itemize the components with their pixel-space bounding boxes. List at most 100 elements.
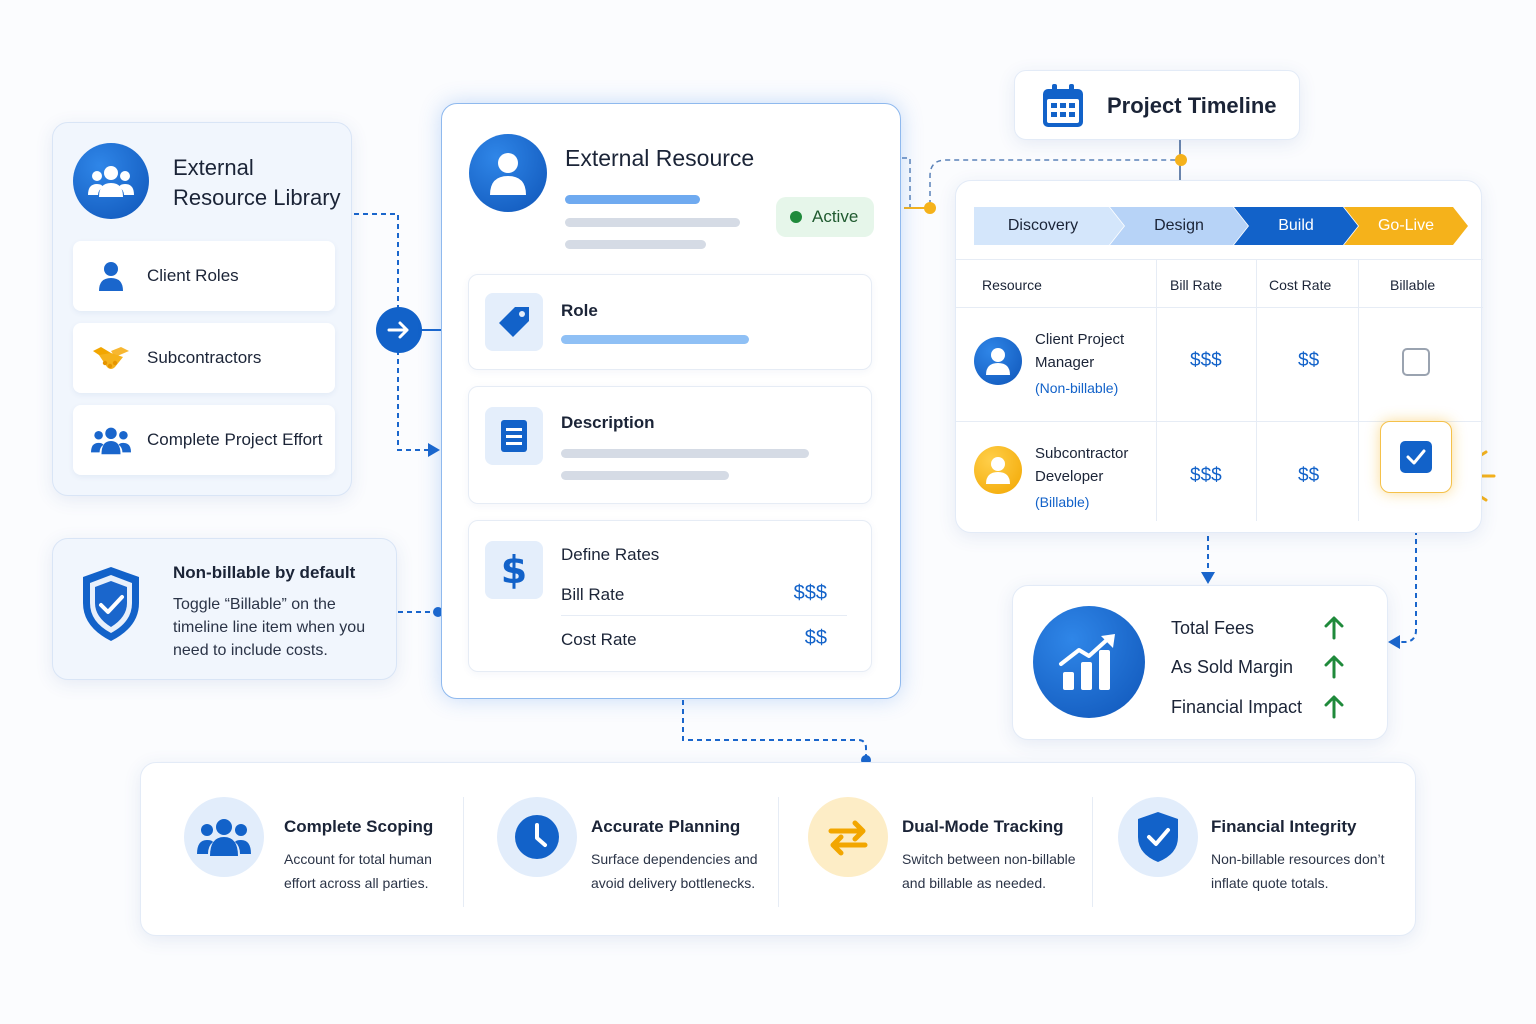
library-title-line1: External	[173, 155, 254, 180]
billable-checkbox-highlight[interactable]	[1380, 421, 1452, 493]
role-skeleton-line	[561, 335, 749, 344]
library-item-complete-project-effort[interactable]: Complete Project Effort	[73, 405, 335, 475]
arrow-right-icon	[387, 321, 409, 339]
feature-title: Accurate Planning	[591, 817, 741, 836]
group-icon	[91, 425, 131, 455]
column-header-resource: Resource	[982, 277, 1042, 293]
resource-title: External Resource	[565, 145, 755, 171]
description-skeleton-line	[561, 449, 809, 458]
library-item-label: Complete Project Effort	[147, 430, 323, 449]
row-cost-rate: $$	[1298, 350, 1320, 371]
person-icon	[974, 446, 1022, 494]
phase-discovery[interactable]: Discovery	[974, 207, 1124, 245]
row-resource-name: Subcontractor Developer (Billable)	[1035, 442, 1128, 514]
person-icon	[469, 134, 547, 212]
library-item-subcontractors[interactable]: Subcontractors	[73, 323, 335, 393]
library-item-label: Client Roles	[147, 266, 239, 285]
row-billing-tag: (Non-billable)	[1035, 380, 1119, 396]
library-title: External Resource Library	[173, 153, 341, 213]
feature-description-line: Non-billable resources don’t	[1211, 851, 1385, 867]
timeline-title: Project Timeline	[1107, 93, 1277, 118]
library-item-client-roles[interactable]: Client Roles	[73, 241, 335, 311]
title-skeleton-line	[565, 218, 740, 227]
non-billable-note: Non-billable by default Toggle “Billable…	[52, 538, 397, 680]
feature-description: Account for total human effort across al…	[284, 847, 474, 895]
handshake-icon	[91, 343, 131, 373]
swap-arrows-icon	[808, 797, 888, 877]
row-name-line2: Developer	[1035, 468, 1104, 485]
description-section[interactable]: Description	[468, 386, 872, 504]
feature-description-line: Switch between non-billable	[902, 851, 1076, 867]
feature-divider	[1092, 797, 1093, 907]
external-resource-card: External Resource Active Role Descriptio…	[441, 103, 901, 699]
row-name-line2: Manager	[1035, 354, 1095, 371]
arrow-up-icon	[1324, 695, 1344, 719]
table-row: Subcontractor Developer (Billable) $$$ $…	[956, 421, 1483, 534]
project-timeline-header: Project Timeline	[1014, 70, 1300, 140]
document-icon	[485, 407, 543, 465]
phase-go-live[interactable]: Go-Live	[1344, 207, 1468, 245]
feature-description-line: Account for total human	[284, 851, 432, 867]
define-rates-section: $ Define Rates Bill Rate $$$ Cost Rate $…	[468, 520, 872, 672]
title-skeleton-line	[565, 240, 706, 249]
dollar-icon: $	[485, 541, 543, 599]
row-bill-rate: $$$	[1190, 465, 1222, 486]
financial-impact-card: Total Fees As Sold Margin Financial Impa…	[1012, 585, 1388, 740]
check-icon	[1406, 449, 1426, 465]
feature-description-line: Surface dependencies and	[591, 851, 758, 867]
bill-rate-label: Bill Rate	[561, 585, 625, 604]
person-icon	[974, 337, 1022, 385]
billable-checkbox-checked[interactable]	[1400, 441, 1432, 473]
benefits-panel: Complete Scoping Account for total human…	[140, 762, 1416, 936]
arrow-up-icon	[1324, 655, 1344, 679]
group-icon	[184, 797, 264, 877]
add-to-resource-button[interactable]	[376, 307, 422, 353]
feature-title: Financial Integrity	[1211, 817, 1357, 836]
impact-financial-impact: Financial Impact	[1171, 697, 1303, 717]
column-header-billable: Billable	[1390, 277, 1436, 293]
clock-icon	[497, 797, 577, 877]
calendar-icon	[1041, 83, 1085, 134]
person-icon	[91, 261, 131, 291]
row-bill-rate: $$$	[1190, 350, 1222, 371]
rates-label: Define Rates	[561, 545, 660, 564]
shield-check-icon	[79, 565, 143, 648]
cost-rate-value[interactable]: $$	[805, 627, 827, 650]
phase-label: Design	[1154, 217, 1204, 234]
feature-title: Complete Scoping	[284, 817, 434, 836]
status-dot	[790, 211, 802, 223]
bill-rate-value[interactable]: $$$	[794, 582, 827, 605]
tag-icon	[485, 293, 543, 351]
feature-description-line: inflate quote totals.	[1211, 875, 1329, 891]
description-label: Description	[561, 413, 655, 432]
billable-checkbox-unchecked[interactable]	[1402, 348, 1430, 376]
note-body: Toggle “Billable” on the timeline line i…	[173, 596, 366, 659]
row-billing-tag: (Billable)	[1035, 494, 1090, 510]
chart-growth-icon	[1033, 606, 1145, 718]
table-divider	[956, 259, 1483, 260]
shield-check-icon	[1118, 797, 1198, 877]
phase-design[interactable]: Design	[1110, 207, 1248, 245]
row-name-line1: Client Project	[1035, 331, 1125, 348]
feature-description-line: effort across all parties.	[284, 875, 429, 891]
group-icon	[73, 143, 149, 219]
cost-rate-label: Cost Rate	[561, 630, 637, 649]
note-title: Non-billable by default	[173, 563, 356, 582]
rates-divider	[561, 615, 847, 616]
role-section[interactable]: Role	[468, 274, 872, 370]
status-badge: Active	[776, 197, 874, 237]
arrow-up-icon	[1324, 616, 1344, 640]
description-skeleton-line	[561, 471, 729, 480]
phase-build[interactable]: Build	[1234, 207, 1358, 245]
feature-title: Dual-Mode Tracking	[902, 817, 1064, 836]
impact-total-fees: Total Fees	[1171, 618, 1255, 638]
status-label: Active	[812, 207, 859, 226]
phase-bar: Discovery Design Build Go-Live	[974, 207, 1468, 245]
library-title-line2: Resource Library	[173, 185, 341, 210]
feature-description: Surface dependencies and avoid delivery …	[591, 847, 781, 895]
row-cost-rate: $$	[1298, 465, 1320, 486]
feature-description: Switch between non-billable and billable…	[902, 847, 1092, 895]
phase-label: Build	[1278, 217, 1314, 234]
column-header-bill-rate: Bill Rate	[1170, 277, 1223, 293]
table-row: Client Project Manager (Non-billable) $$…	[956, 308, 1483, 420]
